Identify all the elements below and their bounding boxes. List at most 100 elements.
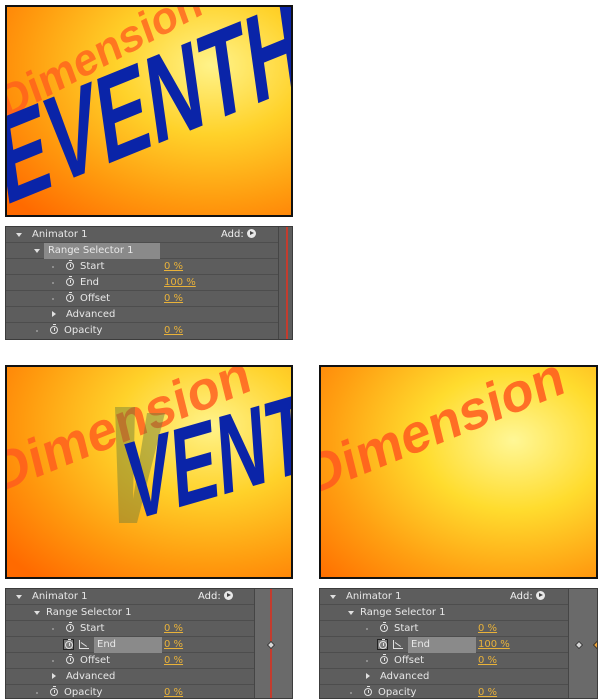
tree-dot: [366, 628, 368, 630]
property-label: Opacity: [64, 325, 103, 336]
property-value[interactable]: 0 %: [164, 621, 183, 637]
advanced-label: Advanced: [380, 671, 430, 682]
chevron-down-icon[interactable]: [330, 595, 336, 599]
chevron-down-icon[interactable]: [16, 595, 22, 599]
stopwatch-icon: [65, 639, 73, 649]
property-value[interactable]: 0 %: [164, 653, 183, 669]
property-row-start: Start 0 %: [320, 621, 568, 637]
preview-bottom-right: Dimension: [319, 365, 598, 579]
property-label: Opacity: [64, 687, 103, 698]
chevron-right-icon[interactable]: [52, 673, 56, 679]
stopwatch-icon[interactable]: [380, 654, 388, 664]
tree-dot: [52, 282, 54, 284]
stopwatch-icon[interactable]: [66, 654, 74, 664]
property-row-opacity: Opacity 0 %: [6, 685, 254, 698]
tree-dot: [350, 692, 352, 694]
property-row-end: End 0 %: [6, 637, 254, 653]
property-row-end: End 100 %: [6, 275, 278, 291]
animator-label: Animator 1: [32, 591, 88, 602]
property-row-start: Start 0 %: [6, 621, 254, 637]
stopwatch-icon[interactable]: [66, 276, 74, 286]
property-label: Start: [80, 623, 105, 634]
advanced-row[interactable]: Advanced: [6, 307, 278, 323]
add-label: Add:: [198, 591, 221, 602]
property-label: End: [80, 277, 100, 288]
property-value[interactable]: 100 %: [478, 637, 510, 653]
add-button[interactable]: Add:: [221, 227, 256, 243]
animator-row[interactable]: Animator 1 Add:: [6, 227, 278, 243]
stopwatch-active-icon[interactable]: [63, 639, 74, 650]
stopwatch-icon: [379, 639, 387, 649]
chevron-down-icon[interactable]: [34, 249, 40, 253]
range-selector-row[interactable]: Range Selector 1: [6, 243, 278, 259]
tree-dot: [366, 660, 368, 662]
animator-row[interactable]: Animator 1 Add:: [6, 589, 254, 605]
stopwatch-icon[interactable]: [364, 686, 372, 696]
chevron-down-icon[interactable]: [34, 611, 40, 615]
property-label[interactable]: End: [94, 637, 162, 653]
property-label: Offset: [80, 655, 111, 666]
time-indicator[interactable]: [286, 227, 288, 339]
property-row-start: Start 0 %: [6, 259, 278, 275]
property-label[interactable]: End: [408, 637, 476, 653]
stopwatch-icon[interactable]: [50, 324, 58, 334]
tree-dot: [52, 266, 54, 268]
property-label: Offset: [394, 655, 425, 666]
property-value[interactable]: 0 %: [478, 685, 497, 698]
timeline-panel-top: Animator 1 Add: Range Selector 1 Start 0…: [5, 226, 293, 340]
property-row-offset: Offset 0 %: [6, 653, 254, 669]
stopwatch-icon[interactable]: [50, 686, 58, 696]
animator-label: Animator 1: [32, 229, 88, 240]
advanced-label: Advanced: [66, 309, 116, 320]
add-button[interactable]: Add:: [198, 589, 233, 605]
advanced-label: Advanced: [66, 671, 116, 682]
property-value[interactable]: 0 %: [478, 653, 497, 669]
tree-dot: [36, 330, 38, 332]
chevron-down-icon[interactable]: [348, 611, 354, 615]
property-value[interactable]: 0 %: [478, 621, 497, 637]
property-value[interactable]: 100 %: [164, 275, 196, 291]
range-selector-row[interactable]: Range Selector 1: [320, 605, 568, 621]
animator-row[interactable]: Animator 1 Add:: [320, 589, 568, 605]
chevron-right-icon[interactable]: [52, 311, 56, 317]
add-label: Add:: [510, 591, 533, 602]
play-circle-icon: [223, 591, 233, 600]
property-value[interactable]: 0 %: [164, 685, 183, 698]
preview-bottom-left: Dimension VENTH: [5, 365, 293, 579]
property-value[interactable]: 0 %: [164, 323, 183, 339]
property-value[interactable]: 0 %: [164, 259, 183, 275]
preview-top: Dimension SEVENTH: [5, 5, 293, 217]
stopwatch-icon[interactable]: [380, 622, 388, 632]
range-selector-row[interactable]: Range Selector 1: [6, 605, 254, 621]
stopwatch-active-icon[interactable]: [377, 639, 388, 650]
play-circle-icon: [535, 591, 545, 600]
property-row-opacity: Opacity 0 %: [6, 323, 278, 339]
property-row-offset: Offset 0 %: [320, 653, 568, 669]
stopwatch-icon[interactable]: [66, 260, 74, 270]
property-label: Offset: [80, 293, 111, 304]
animator-label: Animator 1: [346, 591, 402, 602]
advanced-row[interactable]: Advanced: [320, 669, 568, 685]
graph-icon[interactable]: [79, 640, 89, 649]
property-label: Start: [80, 261, 105, 272]
range-selector-label[interactable]: Range Selector 1: [360, 605, 446, 621]
tree-dot: [52, 628, 54, 630]
range-selector-label[interactable]: Range Selector 1: [46, 605, 132, 621]
stopwatch-icon[interactable]: [66, 292, 74, 302]
property-row-end: End 100 %: [320, 637, 568, 653]
tree-dot: [52, 298, 54, 300]
chevron-down-icon[interactable]: [16, 233, 22, 237]
advanced-row[interactable]: Advanced: [6, 669, 254, 685]
property-value[interactable]: 0 %: [164, 291, 183, 307]
timeline-panel-bottom-left: Animator 1 Add: Range Selector 1 Start 0…: [5, 588, 293, 699]
timeline-panel-bottom-right: Animator 1 Add: Range Selector 1 Start 0…: [319, 588, 598, 699]
range-selector-label[interactable]: Range Selector 1: [44, 243, 160, 259]
stopwatch-icon[interactable]: [66, 622, 74, 632]
tree-dot: [36, 692, 38, 694]
property-value[interactable]: 0 %: [164, 637, 183, 653]
add-button[interactable]: Add:: [510, 589, 545, 605]
graph-icon[interactable]: [393, 640, 403, 649]
chevron-right-icon[interactable]: [366, 673, 370, 679]
property-row-opacity: Opacity 0 %: [320, 685, 568, 698]
property-row-offset: Offset 0 %: [6, 291, 278, 307]
